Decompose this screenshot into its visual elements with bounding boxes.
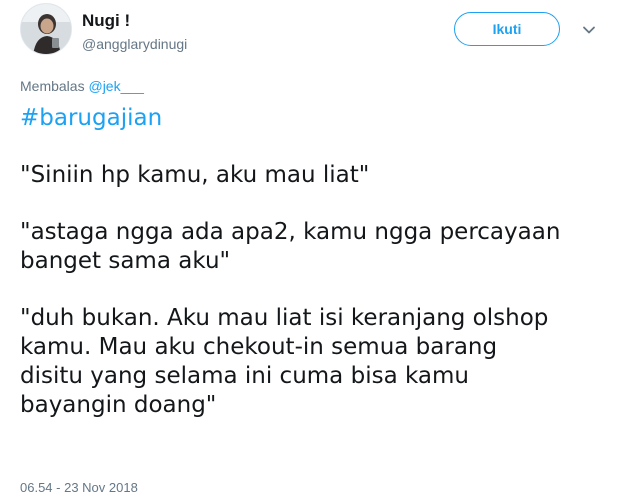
tweet-header: Nugi ! @angglarydinugi Ikuti (20, 3, 620, 63)
tweet-line: "Siniin hp kamu, aku mau liat" (20, 162, 370, 188)
tweet-line: disitu yang selama ini cuma bisa kamu (20, 363, 469, 389)
username[interactable]: @angglarydinugi (82, 36, 187, 52)
user-avatar[interactable] (20, 3, 72, 55)
tweet-text: #barugajian "Siniin hp kamu, aku mau lia… (20, 104, 620, 420)
tweet-line: kamu. Mau aku chekout-in semua barang (20, 334, 498, 360)
tweet-card: Nugi ! @angglarydinugi Ikuti Membalas @j… (0, 0, 630, 500)
tweet-line: "duh bukan. Aku mau liat isi keranjang o… (20, 305, 549, 331)
tweet-line: bayangin doang" (20, 392, 217, 418)
reply-prefix: Membalas (20, 78, 85, 94)
tweet-timestamp[interactable]: 06.54 - 23 Nov 2018 (20, 480, 138, 495)
display-name[interactable]: Nugi ! (82, 11, 130, 31)
reply-context: Membalas @jek___ (20, 78, 144, 94)
chevron-down-icon[interactable] (581, 22, 597, 38)
tweet-line: banget sama aku" (20, 248, 231, 274)
follow-button[interactable]: Ikuti (454, 12, 560, 46)
avatar-image (21, 4, 71, 54)
hashtag-link[interactable]: #barugajian (20, 105, 162, 131)
reply-mention-link[interactable]: @jek___ (88, 78, 143, 94)
tweet-line: "astaga ngga ada apa2, kamu ngga percaya… (20, 219, 561, 245)
